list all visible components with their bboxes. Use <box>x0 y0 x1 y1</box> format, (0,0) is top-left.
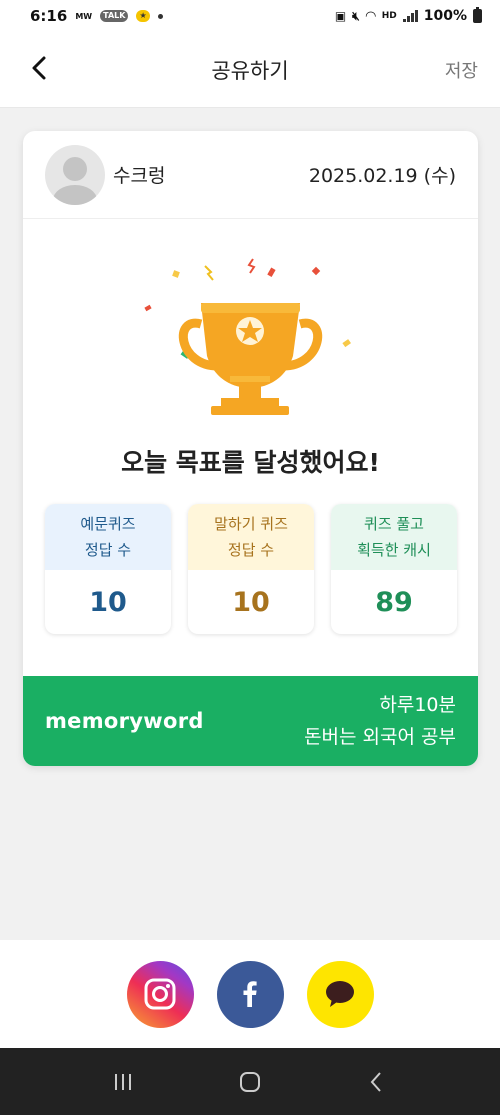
kakaotalk-notification-icon: TALK <box>100 10 129 22</box>
stat-value: 89 <box>375 586 413 618</box>
stat-value: 10 <box>232 586 270 618</box>
back-arrow-icon <box>370 1071 381 1092</box>
stat-label: 말하기 퀴즈 정답 수 <box>188 504 314 570</box>
kakaotalk-icon <box>326 981 354 1007</box>
wifi-icon: ◠ <box>365 8 376 24</box>
app-header: 공유하기 저장 <box>0 32 500 108</box>
status-bar: 6:16 MW TALK ★ ▣ 🔇︎ ◠ HD 100% <box>0 0 500 32</box>
nfc-icon: ▣ <box>334 9 347 23</box>
card-user-row: 수크렁 2025.02.19 (수) <box>23 131 478 219</box>
stat-earned-cash: 퀴즈 풀고 획득한 캐시 89 <box>331 504 457 634</box>
goal-achieved-message: 오늘 목표를 달성했어요! <box>121 448 380 477</box>
facebook-icon <box>243 981 257 1007</box>
home-icon <box>239 1071 260 1092</box>
stats-row: 예문퀴즈 정답 수 10 말하기 퀴즈 정답 수 10 퀴즈 풀고 획득한 캐시… <box>45 504 457 634</box>
stat-speaking-quiz: 말하기 퀴즈 정답 수 10 <box>188 504 314 634</box>
stat-example-quiz: 예문퀴즈 정답 수 10 <box>45 504 171 634</box>
battery-level: 100% <box>423 8 467 24</box>
facebook-share-button[interactable] <box>216 960 284 1028</box>
username: 수크렁 <box>113 165 166 187</box>
stat-label: 퀴즈 풀고 획득한 캐시 <box>331 504 457 570</box>
signal-icon <box>402 10 418 22</box>
save-button[interactable]: 저장 <box>445 57 478 83</box>
hd-voice-icon: HD <box>381 11 397 21</box>
slogan: 하루10분 돈버는 외국어 공부 <box>304 689 456 753</box>
system-navigation-bar <box>0 1048 500 1115</box>
system-back-button[interactable] <box>357 1062 397 1102</box>
more-notifications-icon <box>157 13 163 19</box>
home-button[interactable] <box>230 1062 270 1102</box>
brand-logo: memoryword <box>45 709 204 733</box>
instagram-icon <box>144 978 176 1010</box>
kakaotalk-share-button[interactable] <box>306 960 374 1028</box>
back-button[interactable] <box>26 54 54 82</box>
date-label: 2025.02.19 (수) <box>308 165 456 187</box>
battery-icon <box>473 7 482 23</box>
recent-apps-icon <box>115 1073 132 1090</box>
stat-value: 10 <box>89 586 127 618</box>
mw-badge: MW <box>75 11 93 21</box>
app-notification-icon: ★ <box>136 10 150 22</box>
slogan-line-2: 돈버는 외국어 공부 <box>304 726 456 748</box>
brand-footer: memoryword 하루10분 돈버는 외국어 공부 <box>23 676 478 766</box>
share-buttons <box>0 940 500 1048</box>
mute-icon: 🔇︎ <box>352 8 360 23</box>
trophy-icon <box>144 258 351 415</box>
status-time: 6:16 <box>30 7 68 25</box>
slogan-line-1: 하루10분 <box>379 694 456 716</box>
share-card: 수크렁 2025.02.19 (수) 오늘 목표를 달성했어요! 예문퀴즈 정답… <box>23 131 478 766</box>
stat-label: 예문퀴즈 정답 수 <box>45 504 171 570</box>
page-title: 공유하기 <box>211 58 289 83</box>
instagram-share-button[interactable] <box>126 960 194 1028</box>
avatar <box>45 144 105 205</box>
recent-apps-button[interactable] <box>103 1062 143 1102</box>
chevron-left-icon <box>32 56 46 80</box>
